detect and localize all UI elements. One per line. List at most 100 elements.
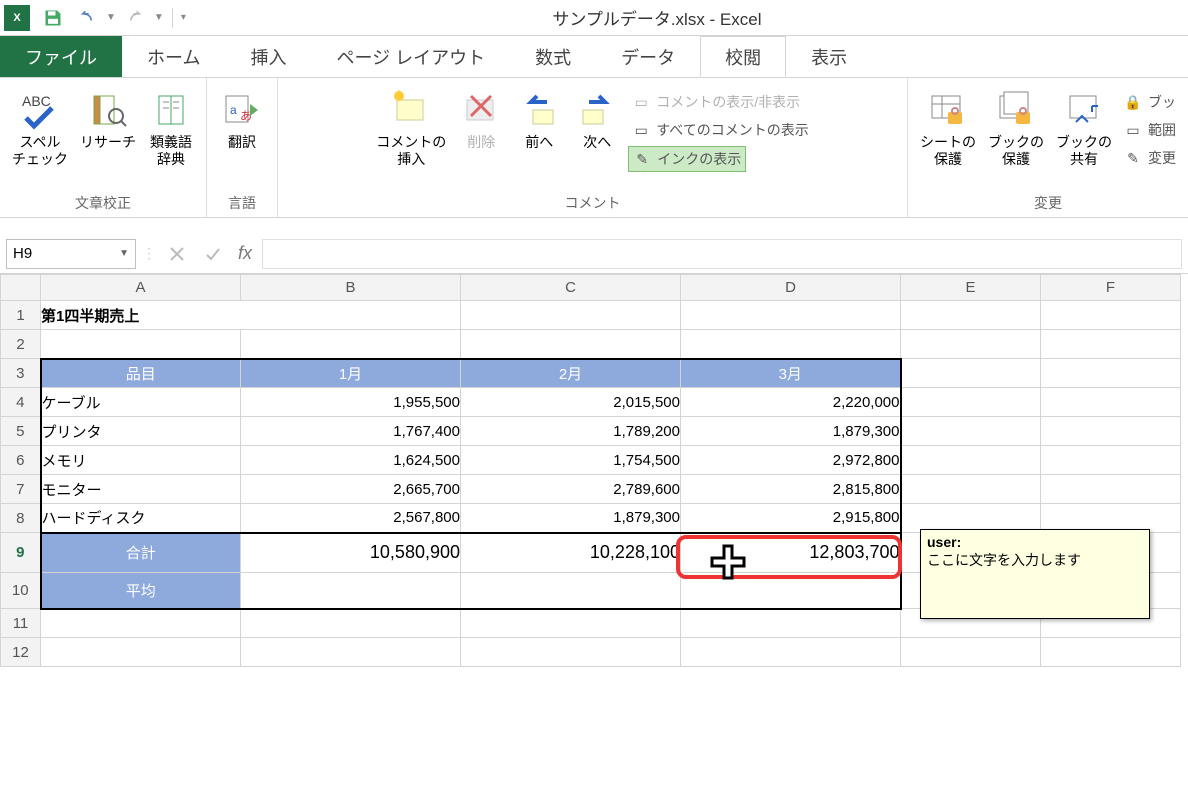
cell-F2[interactable] bbox=[1041, 330, 1181, 359]
undo-button[interactable] bbox=[72, 4, 102, 32]
cell-B6[interactable]: 1,624,500 bbox=[241, 446, 461, 475]
cell-A1[interactable]: 第1四半期売上 bbox=[41, 301, 461, 330]
cell-F4[interactable] bbox=[1041, 388, 1181, 417]
row-header-6[interactable]: 6 bbox=[1, 446, 41, 475]
cell-C10[interactable] bbox=[461, 573, 681, 609]
cell-C11[interactable] bbox=[461, 609, 681, 638]
cancel-formula-button[interactable] bbox=[162, 240, 192, 268]
row-header-4[interactable]: 4 bbox=[1, 388, 41, 417]
cell-E7[interactable] bbox=[901, 475, 1041, 504]
cell-E4[interactable] bbox=[901, 388, 1041, 417]
next-comment-button[interactable]: 次へ bbox=[570, 84, 624, 155]
cell-D2[interactable] bbox=[681, 330, 901, 359]
cell-A9[interactable]: 合計 bbox=[41, 533, 241, 573]
cell-D7[interactable]: 2,815,800 bbox=[681, 475, 901, 504]
cell-C4[interactable]: 2,015,500 bbox=[461, 388, 681, 417]
cell-C1[interactable] bbox=[461, 301, 681, 330]
thesaurus-button[interactable]: 類義語 辞典 bbox=[144, 84, 198, 172]
fx-icon[interactable]: fx bbox=[234, 243, 256, 264]
show-ink-button[interactable]: ✎ インクの表示 bbox=[628, 146, 746, 172]
row-header-7[interactable]: 7 bbox=[1, 475, 41, 504]
tab-home[interactable]: ホーム bbox=[122, 36, 225, 77]
save-button[interactable] bbox=[38, 4, 68, 32]
cell-B3[interactable]: 1月 bbox=[241, 359, 461, 388]
translate-button[interactable]: aあ 翻訳 bbox=[215, 84, 269, 155]
tab-data[interactable]: データ bbox=[596, 36, 700, 77]
cell-A6[interactable]: メモリ bbox=[41, 446, 241, 475]
cell-C8[interactable]: 1,879,300 bbox=[461, 504, 681, 533]
row-header-9[interactable]: 9 bbox=[1, 533, 41, 573]
cell-C12[interactable] bbox=[461, 638, 681, 667]
cell-D9[interactable]: 12,803,700 bbox=[681, 533, 901, 573]
cell-D8[interactable]: 2,915,800 bbox=[681, 504, 901, 533]
tab-file[interactable]: ファイル bbox=[0, 36, 122, 77]
col-header-D[interactable]: D bbox=[681, 275, 901, 301]
name-box[interactable]: H9 ▼ bbox=[6, 239, 136, 269]
cell-A2[interactable] bbox=[41, 330, 241, 359]
cell-E6[interactable] bbox=[901, 446, 1041, 475]
redo-button[interactable] bbox=[120, 4, 150, 32]
cell-D12[interactable] bbox=[681, 638, 901, 667]
cell-F6[interactable] bbox=[1041, 446, 1181, 475]
cell-E3[interactable] bbox=[901, 359, 1041, 388]
show-all-comments-button[interactable]: ▭ すべてのコメントの表示 bbox=[628, 118, 812, 142]
cell-B11[interactable] bbox=[241, 609, 461, 638]
cell-B7[interactable]: 2,665,700 bbox=[241, 475, 461, 504]
cell-B12[interactable] bbox=[241, 638, 461, 667]
cell-F7[interactable] bbox=[1041, 475, 1181, 504]
cell-E2[interactable] bbox=[901, 330, 1041, 359]
prev-comment-button[interactable]: 前へ bbox=[512, 84, 566, 155]
cell-F12[interactable] bbox=[1041, 638, 1181, 667]
cell-E1[interactable] bbox=[901, 301, 1041, 330]
cell-B5[interactable]: 1,767,400 bbox=[241, 417, 461, 446]
cell-A7[interactable]: モニター bbox=[41, 475, 241, 504]
cell-D11[interactable] bbox=[681, 609, 901, 638]
col-header-B[interactable]: B bbox=[241, 275, 461, 301]
row-header-3[interactable]: 3 bbox=[1, 359, 41, 388]
tab-view[interactable]: 表示 bbox=[786, 36, 872, 77]
cell-C6[interactable]: 1,754,500 bbox=[461, 446, 681, 475]
cell-E12[interactable] bbox=[901, 638, 1041, 667]
tab-insert[interactable]: 挿入 bbox=[225, 36, 311, 77]
cell-F3[interactable] bbox=[1041, 359, 1181, 388]
cell-E5[interactable] bbox=[901, 417, 1041, 446]
cell-C2[interactable] bbox=[461, 330, 681, 359]
research-button[interactable]: リサーチ bbox=[76, 84, 140, 155]
cell-D4[interactable]: 2,220,000 bbox=[681, 388, 901, 417]
cell-C5[interactable]: 1,789,200 bbox=[461, 417, 681, 446]
cell-A10[interactable]: 平均 bbox=[41, 573, 241, 609]
row-header-11[interactable]: 11 bbox=[1, 609, 41, 638]
row-header-2[interactable]: 2 bbox=[1, 330, 41, 359]
row-header-10[interactable]: 10 bbox=[1, 573, 41, 609]
cell-F1[interactable] bbox=[1041, 301, 1181, 330]
new-comment-button[interactable]: コメントの 挿入 bbox=[372, 84, 450, 172]
cell-D1[interactable] bbox=[681, 301, 901, 330]
cell-B4[interactable]: 1,955,500 bbox=[241, 388, 461, 417]
cell-A3[interactable]: 品目 bbox=[41, 359, 241, 388]
cell-B2[interactable] bbox=[241, 330, 461, 359]
row-header-12[interactable]: 12 bbox=[1, 638, 41, 667]
cell-F5[interactable] bbox=[1041, 417, 1181, 446]
formula-input[interactable] bbox=[262, 239, 1182, 269]
protect-share-button[interactable]: 🔒 ブッ bbox=[1120, 90, 1180, 114]
cell-D3[interactable]: 3月 bbox=[681, 359, 901, 388]
cell-D10[interactable] bbox=[681, 573, 901, 609]
row-header-8[interactable]: 8 bbox=[1, 504, 41, 533]
row-header-1[interactable]: 1 bbox=[1, 301, 41, 330]
tab-page-layout[interactable]: ページ レイアウト bbox=[311, 36, 510, 77]
spreadsheet-grid[interactable]: A B C D E F 1 第1四半期売上 2 3 品目 1月 2月 3月 4 … bbox=[0, 274, 1188, 667]
select-all-corner[interactable] bbox=[1, 275, 41, 301]
cell-D6[interactable]: 2,972,800 bbox=[681, 446, 901, 475]
tab-review[interactable]: 校閲 bbox=[700, 36, 786, 77]
enter-formula-button[interactable] bbox=[198, 240, 228, 268]
comment-popup[interactable]: user: ここに文字を入力します bbox=[920, 529, 1150, 619]
track-changes-button[interactable]: ✎ 変更 bbox=[1120, 146, 1180, 170]
cell-B8[interactable]: 2,567,800 bbox=[241, 504, 461, 533]
cell-A8[interactable]: ハードディスク bbox=[41, 504, 241, 533]
allow-ranges-button[interactable]: ▭ 範囲 bbox=[1120, 118, 1180, 142]
spell-check-button[interactable]: ABC スペル チェック bbox=[8, 84, 72, 172]
cell-A5[interactable]: プリンタ bbox=[41, 417, 241, 446]
cell-A4[interactable]: ケーブル bbox=[41, 388, 241, 417]
share-workbook-button[interactable]: ブックの 共有 bbox=[1052, 84, 1116, 172]
cell-A12[interactable] bbox=[41, 638, 241, 667]
